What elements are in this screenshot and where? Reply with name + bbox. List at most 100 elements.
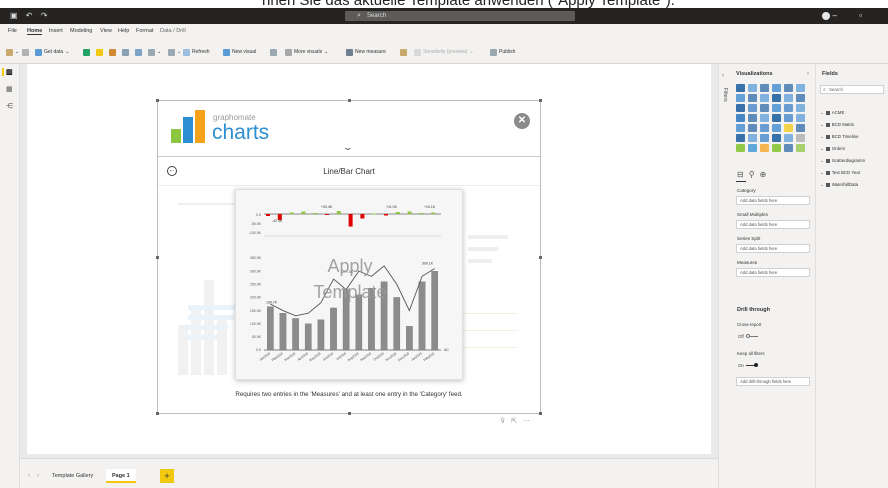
quick-access-icons[interactable]: ▣ ↶ ↷	[10, 11, 50, 20]
resize-handle[interactable]	[156, 256, 159, 259]
field-table-item[interactable]: ⌄ ACME	[820, 110, 844, 116]
visual-type-icon[interactable]	[760, 114, 769, 122]
sensitivity-button[interactable]: Sensitivity (preview) ⌄	[414, 47, 474, 57]
menu-data-drill[interactable]: Data / Drill	[160, 28, 186, 34]
well-small-multiples-dropzone[interactable]: Add data fields here	[736, 220, 810, 229]
excel-button[interactable]	[83, 47, 90, 57]
tab-page-1[interactable]: Page 1	[106, 469, 136, 483]
visual-type-icon[interactable]	[784, 144, 793, 152]
window-controls[interactable]: – ▫	[832, 11, 872, 20]
get-data-button[interactable]: Get data ⌄	[35, 47, 69, 57]
visual-type-icon[interactable]	[772, 104, 781, 112]
refresh-button[interactable]: Refresh	[183, 47, 210, 57]
publish-button[interactable]: Publish	[490, 47, 515, 57]
visual-type-icon[interactable]	[772, 134, 781, 142]
visual-type-icon[interactable]	[784, 104, 793, 112]
field-table-item[interactable]: ⌄ BCD Matrix	[820, 122, 854, 128]
tab-template-gallery[interactable]: Template Gallery	[46, 469, 99, 483]
visual-type-icon[interactable]	[748, 134, 757, 142]
close-icon[interactable]: ✕	[514, 113, 530, 129]
visual-type-icon[interactable]	[772, 144, 781, 152]
transform-button[interactable]: ⌄	[168, 47, 181, 57]
visual-type-icon[interactable]	[760, 124, 769, 132]
menu-format[interactable]: Format	[136, 28, 153, 34]
visual-type-icon[interactable]	[796, 84, 805, 92]
filters-collapsed-pane[interactable]: ‹ Filters	[718, 64, 730, 488]
visual-type-icon[interactable]	[772, 114, 781, 122]
visual-type-icon[interactable]	[748, 94, 757, 102]
visual-type-icon[interactable]	[784, 84, 793, 92]
dataverse-button[interactable]	[135, 47, 142, 57]
visual-type-icon[interactable]	[736, 124, 745, 132]
drill-through-dropzone[interactable]: Add drill-through fields here	[736, 377, 810, 386]
visual-type-icon[interactable]	[772, 84, 781, 92]
visual-type-icon[interactable]	[760, 104, 769, 112]
visual-type-icon[interactable]	[796, 144, 805, 152]
new-measure-button[interactable]: New measure	[346, 47, 386, 57]
fields-well-icon[interactable]: ⊟	[737, 170, 749, 179]
visual-type-icon[interactable]	[748, 144, 757, 152]
analytics-icon[interactable]: ⊕	[760, 170, 772, 179]
template-preview-card[interactable]: 0.0 -50.0K -100.0K -42.3K +33.4K +11.0K +10.1K…	[235, 189, 463, 380]
visual-type-icon[interactable]	[796, 124, 805, 132]
visual-type-icon[interactable]	[784, 134, 793, 142]
visual-type-icon[interactable]	[736, 134, 745, 142]
field-table-item[interactable]: ⌄ Scatterdiagramm	[820, 158, 865, 164]
visual-type-icon[interactable]	[796, 104, 805, 112]
report-view-icon[interactable]: ▥	[6, 69, 13, 76]
menu-modeling[interactable]: Modeling	[70, 28, 92, 34]
text-box-button[interactable]	[270, 47, 277, 57]
visual-type-icon[interactable]	[748, 124, 757, 132]
next-page-icon[interactable]: ›	[37, 473, 39, 479]
paste-button[interactable]: ⌄	[6, 47, 19, 57]
visual-type-icon[interactable]	[796, 94, 805, 102]
visual-type-icon[interactable]	[796, 114, 805, 122]
well-series-split-dropzone[interactable]: Add data fields here	[736, 244, 810, 253]
resize-handle[interactable]	[348, 412, 351, 415]
data-view-icon[interactable]: ▦	[6, 86, 13, 93]
fields-search-input[interactable]: ⌕ Search	[820, 85, 884, 94]
prev-page-icon[interactable]: ‹	[28, 473, 30, 479]
visual-type-icon[interactable]	[772, 124, 781, 132]
menu-file[interactable]: File	[8, 28, 17, 34]
visual-type-icon[interactable]	[784, 94, 793, 102]
visual-type-icon[interactable]	[760, 94, 769, 102]
field-table-item[interactable]: ⌄ Text BCD Year	[820, 170, 860, 176]
visual-type-icon[interactable]	[736, 114, 745, 122]
title-search-box[interactable]: ⌕ Search	[345, 11, 575, 21]
menu-help[interactable]: Help	[118, 28, 129, 34]
menu-insert[interactable]: Insert	[49, 28, 63, 34]
field-table-item[interactable]: ⌄ Orders	[820, 146, 845, 152]
visual-type-icon[interactable]	[760, 134, 769, 142]
visual-type-icon[interactable]	[760, 144, 769, 152]
menu-home[interactable]: Home	[27, 28, 43, 35]
field-table-item[interactable]: ⌄ BCD Timeline	[820, 134, 859, 140]
field-table-item[interactable]: ⌄ WaterfallData	[820, 182, 858, 188]
graphomate-visual[interactable]: ⊽ ⇱ ⋯ graphomate charts ✕ ⌄ ← Line/Bar C…	[156, 99, 542, 425]
resize-handle[interactable]	[539, 256, 542, 259]
chevron-left-icon[interactable]: ‹	[722, 73, 724, 79]
sql-button[interactable]	[109, 47, 116, 57]
model-view-icon[interactable]: ⋲	[6, 103, 13, 110]
chevron-down-icon[interactable]: ⌄	[342, 142, 353, 153]
cross-report-toggle[interactable]: Off	[738, 334, 758, 339]
format-painter-button[interactable]	[22, 47, 29, 57]
visual-type-icon[interactable]	[796, 134, 805, 142]
more-visuals-button[interactable]: More visuals ⌄	[285, 47, 328, 57]
visual-type-icon[interactable]	[784, 114, 793, 122]
visual-type-icon[interactable]	[736, 144, 745, 152]
add-page-button[interactable]: +	[160, 469, 174, 483]
visual-type-icon[interactable]	[736, 94, 745, 102]
chevron-right-icon[interactable]: ›	[807, 71, 809, 77]
recent-sources-button[interactable]: ⌄	[148, 47, 161, 57]
resize-handle[interactable]	[156, 412, 159, 415]
resize-handle[interactable]	[539, 412, 542, 415]
new-visual-button[interactable]: New visual	[223, 47, 256, 57]
well-measures-dropzone[interactable]: Add data fields here	[736, 268, 810, 277]
datahub-button[interactable]	[96, 47, 103, 57]
menu-view[interactable]: View	[100, 28, 112, 34]
visual-type-icon[interactable]	[748, 104, 757, 112]
visual-type-icon[interactable]	[748, 84, 757, 92]
user-avatar[interactable]	[822, 12, 830, 20]
visual-type-icon[interactable]	[760, 84, 769, 92]
